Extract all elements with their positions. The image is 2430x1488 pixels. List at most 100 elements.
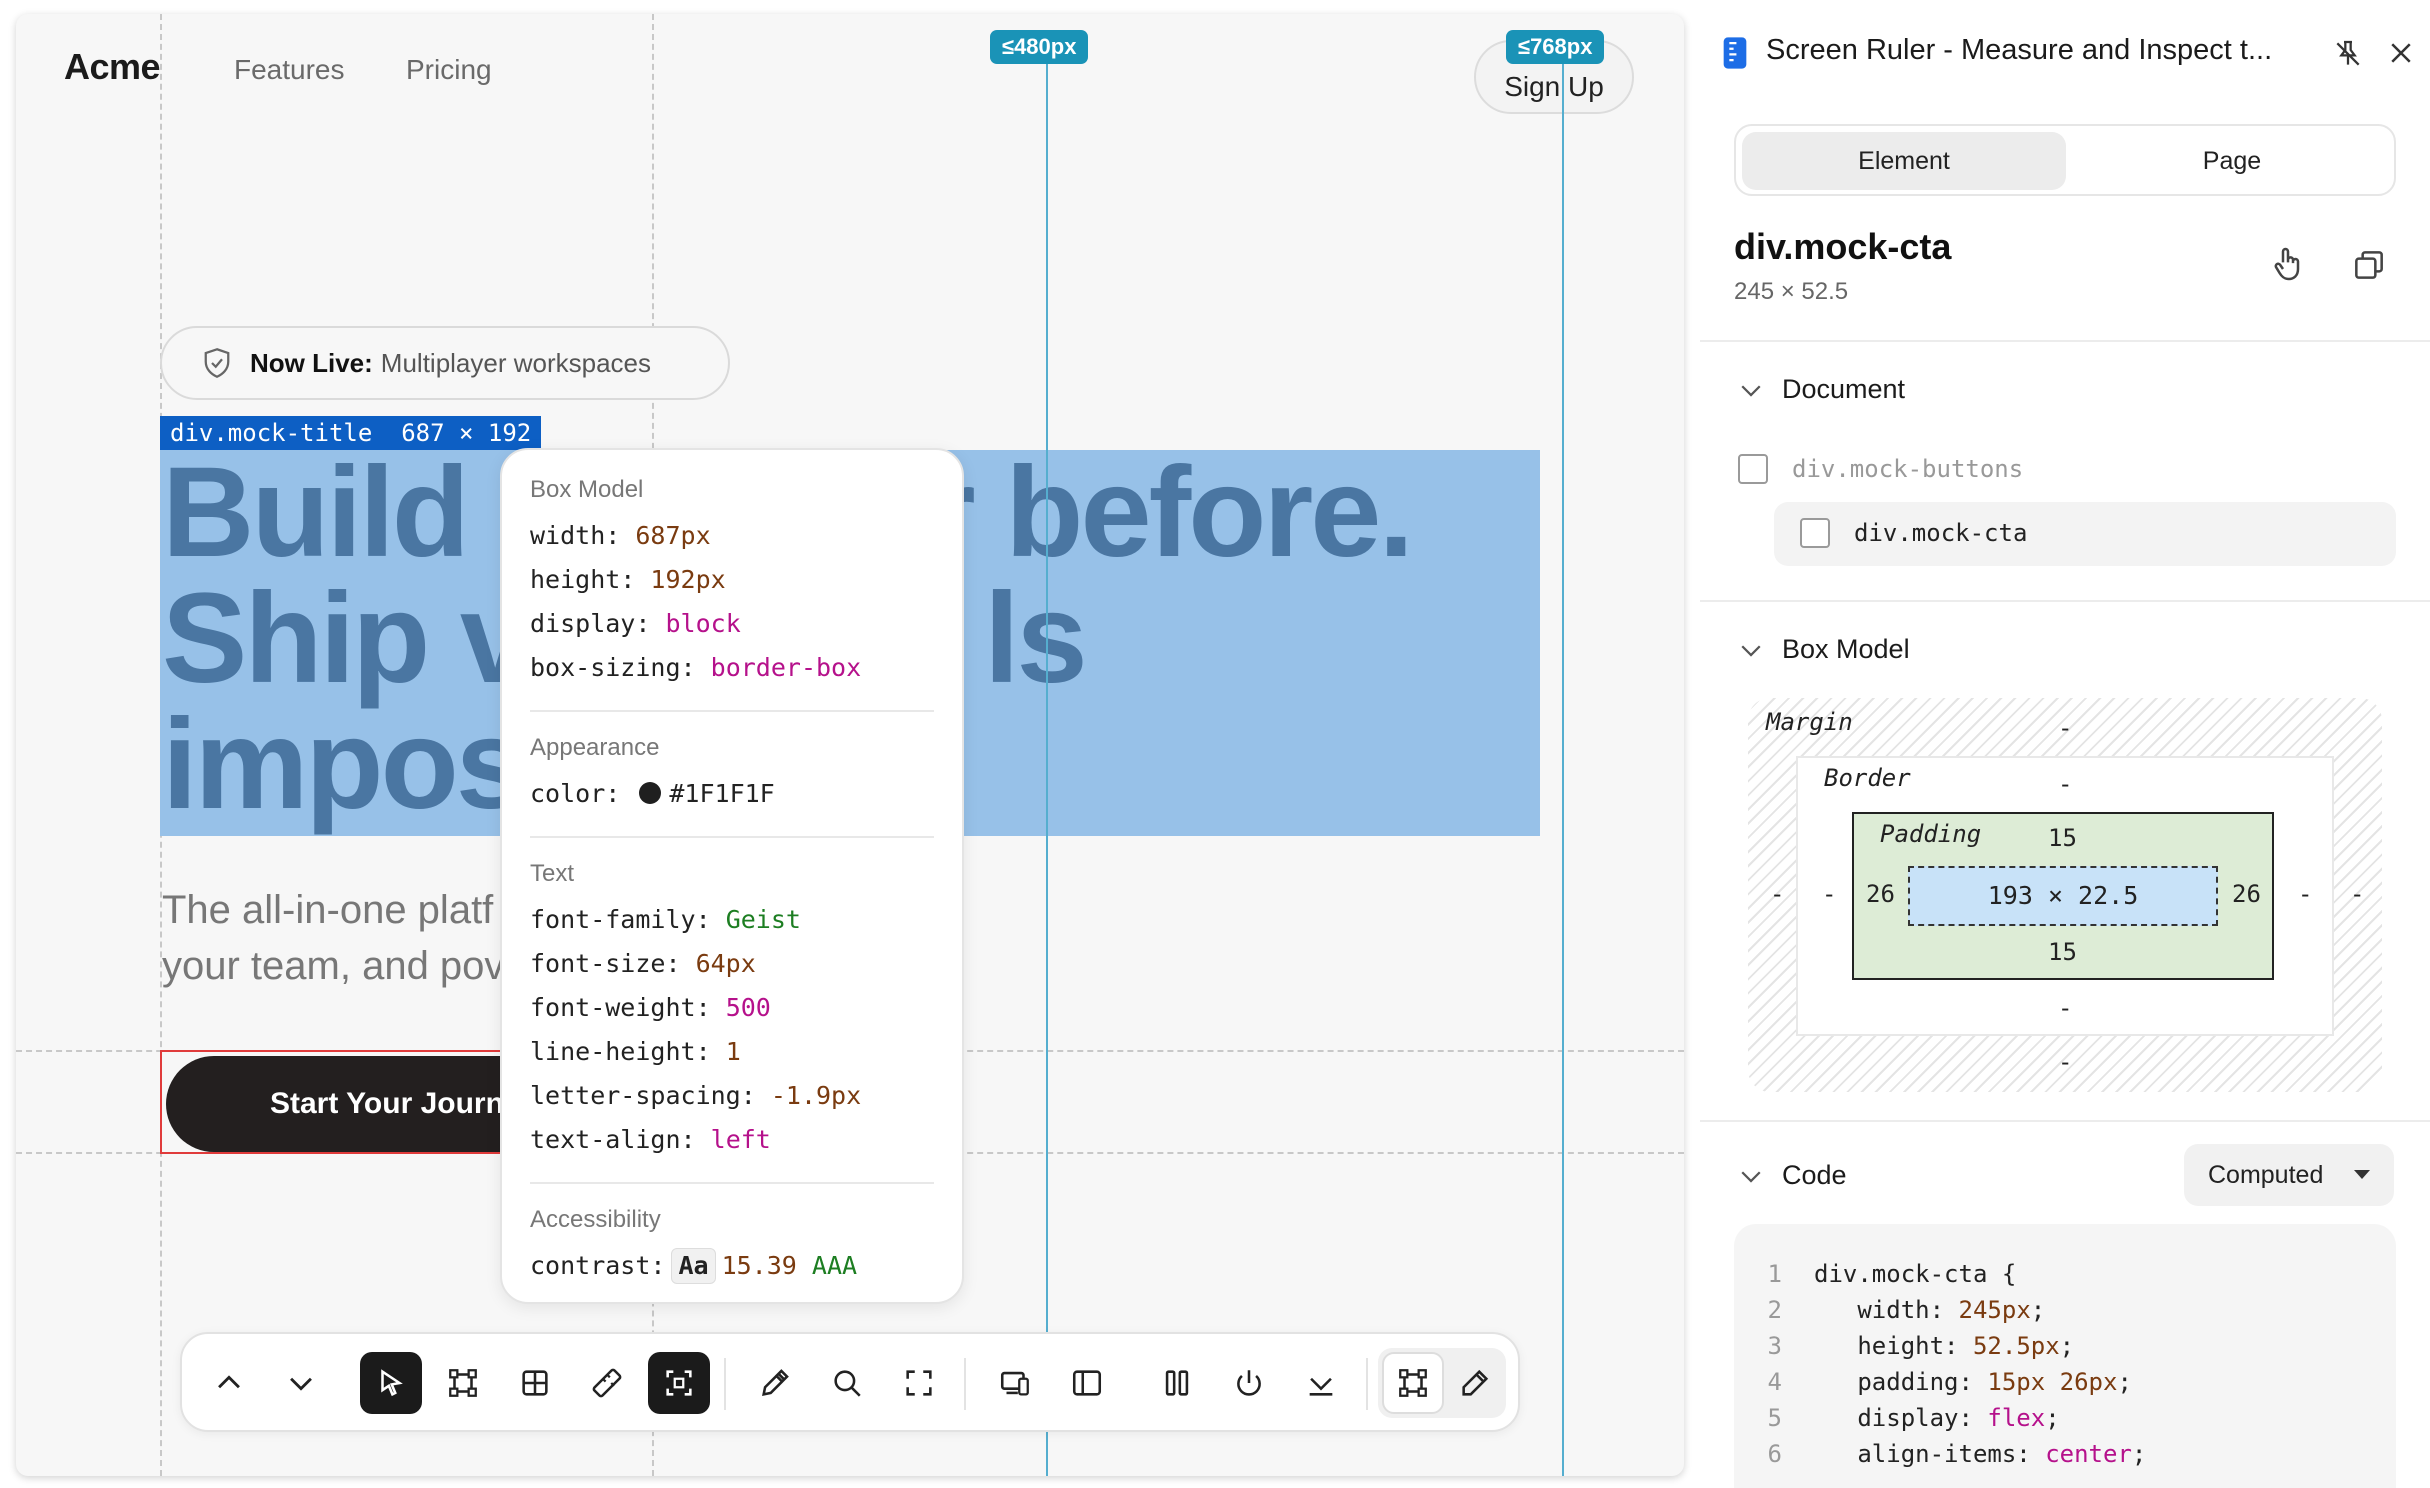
box-model-content: 193 × 22.5	[1908, 866, 2218, 926]
breakpoint-tag-480[interactable]: ≤480px	[990, 30, 1089, 64]
tip-width: width: 687px	[530, 521, 711, 550]
columns-icon[interactable]	[1146, 1352, 1208, 1414]
tip-section-title: Box Model	[530, 476, 644, 503]
color-swatch	[639, 782, 662, 804]
tip-color: color: #1F1F1F	[530, 779, 775, 808]
hand-pointer-icon[interactable]	[2268, 244, 2308, 284]
tip-font-weight: font-weight: 500	[530, 993, 771, 1022]
box-model-title: Box Model	[1782, 634, 1910, 664]
nav-features[interactable]: Features	[234, 54, 345, 86]
code-title: Code	[1782, 1160, 1847, 1190]
breakpoint-line	[1562, 44, 1564, 1476]
margin-bottom: -	[2058, 1048, 2073, 1076]
code-line: 5 display: flex;	[1767, 1404, 2060, 1432]
chevron-down-icon[interactable]	[270, 1352, 332, 1414]
transform-icon[interactable]	[432, 1352, 494, 1414]
transform-active-icon[interactable]	[1382, 1352, 1444, 1414]
border-label: Border	[1824, 764, 1911, 792]
document-section-header[interactable]: Document	[1736, 374, 1905, 405]
tip-section-title: Text	[530, 860, 575, 887]
chevron-down-icon	[1741, 1170, 1761, 1183]
element-size: 245 × 52.5	[1734, 278, 1849, 305]
code-line: 2 width: 245px;	[1767, 1296, 2046, 1324]
code-line: 4 padding: 15px 26px;	[1767, 1368, 2132, 1396]
ruler-icon[interactable]	[576, 1352, 638, 1414]
toolbar-separator	[724, 1358, 726, 1410]
tip-letter-spacing: letter-spacing: -1.9px	[530, 1081, 862, 1110]
ruler-app-icon	[1723, 37, 1747, 69]
doc-item-parent[interactable]: div.mock-buttons	[1738, 454, 2023, 484]
screen: Acme Features Pricing Sign Up Now Live: …	[0, 0, 2430, 1488]
tip-font-family: font-family: Geist	[530, 905, 801, 934]
devices-icon[interactable]	[984, 1352, 1046, 1414]
tab-element[interactable]: Element	[1742, 132, 2066, 190]
padding-top: 15	[2048, 824, 2077, 852]
sidebar-icon[interactable]	[1056, 1352, 1118, 1414]
mode-segmented-control: Element Page	[1734, 124, 2396, 196]
code-mode-select[interactable]: Computed	[2184, 1144, 2394, 1206]
divider	[1700, 1120, 2430, 1122]
tip-height: height: 192px	[530, 565, 726, 594]
margin-right: -	[2350, 880, 2365, 908]
border-top: -	[2058, 770, 2073, 798]
tip-font-size: font-size: 64px	[530, 949, 756, 978]
padding-bottom: 15	[2048, 938, 2077, 966]
pin-icon[interactable]	[2332, 38, 2364, 70]
doc-item-label: div.mock-cta	[1854, 519, 2028, 547]
breakpoint-line	[1046, 44, 1048, 1476]
pill-text: Multiplayer workspaces	[380, 347, 652, 378]
margin-top: -	[2058, 714, 2073, 742]
fullscreen-icon[interactable]	[888, 1352, 950, 1414]
pill-strong: Now Live:	[250, 347, 373, 378]
inspected-page[interactable]: Acme Features Pricing Sign Up Now Live: …	[16, 14, 1684, 1476]
pointer-icon[interactable]	[360, 1352, 422, 1414]
margin-label: Margin	[1766, 708, 1853, 736]
chevron-down-icon	[1741, 384, 1761, 397]
divider	[1700, 340, 2430, 342]
close-icon[interactable]	[2386, 38, 2416, 68]
margin-left: -	[1770, 880, 1785, 908]
box-model-section-header[interactable]: Box Model	[1736, 634, 1910, 665]
code-line: 6 align-items: center;	[1767, 1440, 2147, 1468]
tip-section-title: Appearance	[530, 734, 660, 761]
eyedropper-icon[interactable]	[744, 1352, 806, 1414]
doc-item-child[interactable]: div.mock-cta	[1800, 518, 2027, 548]
padding-left: 26	[1866, 880, 1895, 908]
checkbox[interactable]	[1800, 518, 1830, 548]
tip-contrast: contrast: Aa 15.39 AAA	[530, 1244, 934, 1288]
grid-icon[interactable]	[504, 1352, 566, 1414]
padding-right: 26	[2232, 880, 2261, 908]
nav-pricing[interactable]: Pricing	[406, 54, 492, 86]
border-left: -	[1822, 880, 1837, 908]
tip-line-height: line-height: 1	[530, 1037, 741, 1066]
padding-label: Padding	[1880, 820, 1982, 848]
divider	[1700, 600, 2430, 602]
checkbox[interactable]	[1738, 454, 1768, 484]
code-line: 1 div.mock-cta {	[1767, 1260, 2017, 1288]
document-title: Document	[1782, 374, 1906, 404]
announcement-pill[interactable]: Now Live: Multiplayer workspaces	[160, 326, 730, 400]
element-name: div.mock-cta	[1734, 226, 1952, 267]
copy-icon[interactable]	[2350, 246, 2388, 284]
inspector-panel: Screen Ruler - Measure and Inspect t... …	[1700, 0, 2430, 1488]
tip-text-align: text-align: left	[530, 1125, 771, 1154]
code-block: 1 div.mock-cta { 2 width: 245px; 3 height…	[1734, 1224, 2396, 1488]
site-logo[interactable]: Acme	[64, 46, 161, 88]
select-area-icon[interactable]	[648, 1352, 710, 1414]
tip-box-sizing: box-sizing: border-box	[530, 653, 862, 682]
collapse-icon[interactable]	[1290, 1352, 1352, 1414]
shield-check-icon	[204, 348, 230, 378]
zoom-icon[interactable]	[816, 1352, 878, 1414]
tab-page[interactable]: Page	[2070, 132, 2394, 190]
border-bottom: -	[2058, 994, 2073, 1022]
breakpoint-tag-768[interactable]: ≤768px	[1506, 30, 1605, 64]
code-section-header[interactable]: Code	[1736, 1160, 1847, 1191]
ruler-toolbar	[180, 1332, 1520, 1432]
pencil-icon[interactable]	[1444, 1352, 1506, 1414]
chevron-up-icon[interactable]	[198, 1352, 260, 1414]
power-icon[interactable]	[1218, 1352, 1280, 1414]
toolbar-separator	[1366, 1358, 1368, 1410]
panel-title: Screen Ruler - Measure and Inspect t...	[1766, 34, 2273, 66]
tip-display: display: block	[530, 609, 741, 638]
code-line: 3 height: 52.5px;	[1767, 1332, 2075, 1360]
